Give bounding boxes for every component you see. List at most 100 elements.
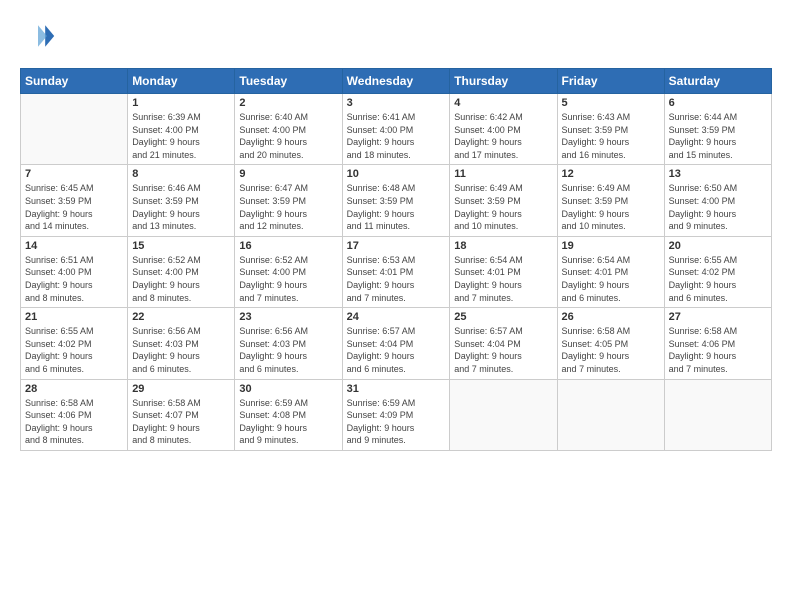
weekday-wednesday: Wednesday [342, 69, 450, 94]
day-number: 18 [454, 240, 552, 252]
day-info: Sunrise: 6:41 AM Sunset: 4:00 PM Dayligh… [347, 111, 446, 161]
day-info: Sunrise: 6:57 AM Sunset: 4:04 PM Dayligh… [347, 325, 446, 375]
day-number: 5 [562, 97, 660, 109]
day-number: 20 [669, 240, 767, 252]
day-info: Sunrise: 6:40 AM Sunset: 4:00 PM Dayligh… [239, 111, 337, 161]
day-number: 29 [132, 383, 230, 395]
day-cell [450, 379, 557, 450]
day-info: Sunrise: 6:59 AM Sunset: 4:08 PM Dayligh… [239, 397, 337, 447]
day-cell: 10 Sunrise: 6:48 AM Sunset: 3:59 PM Dayli… [342, 165, 450, 236]
day-number: 13 [669, 168, 767, 180]
weekday-monday: Monday [128, 69, 235, 94]
day-cell: 18 Sunrise: 6:54 AM Sunset: 4:01 PM Dayli… [450, 236, 557, 307]
day-cell [664, 379, 771, 450]
day-info: Sunrise: 6:42 AM Sunset: 4:00 PM Dayligh… [454, 111, 552, 161]
day-info: Sunrise: 6:46 AM Sunset: 3:59 PM Dayligh… [132, 182, 230, 232]
week-row-1: 7 Sunrise: 6:45 AM Sunset: 3:59 PM Daylig… [21, 165, 772, 236]
day-number: 26 [562, 311, 660, 323]
day-number: 9 [239, 168, 337, 180]
day-cell [21, 94, 128, 165]
day-info: Sunrise: 6:54 AM Sunset: 4:01 PM Dayligh… [562, 254, 660, 304]
header [20, 18, 772, 54]
week-row-3: 21Sunrise: 6:55 AM Sunset: 4:02 PM Dayli… [21, 308, 772, 379]
day-info: Sunrise: 6:57 AM Sunset: 4:04 PM Dayligh… [454, 325, 552, 375]
weekday-header-row: SundayMondayTuesdayWednesdayThursdayFrid… [21, 69, 772, 94]
day-cell: 3 Sunrise: 6:41 AM Sunset: 4:00 PM Daylig… [342, 94, 450, 165]
day-info: Sunrise: 6:52 AM Sunset: 4:00 PM Dayligh… [239, 254, 337, 304]
day-cell [557, 379, 664, 450]
day-info: Sunrise: 6:58 AM Sunset: 4:05 PM Dayligh… [562, 325, 660, 375]
day-cell: 13 Sunrise: 6:50 AM Sunset: 4:00 PM Dayli… [664, 165, 771, 236]
logo [20, 18, 60, 54]
page: SundayMondayTuesdayWednesdayThursdayFrid… [0, 0, 792, 612]
day-cell: 17 Sunrise: 6:53 AM Sunset: 4:01 PM Dayli… [342, 236, 450, 307]
day-cell: 16 Sunrise: 6:52 AM Sunset: 4:00 PM Dayli… [235, 236, 342, 307]
weekday-tuesday: Tuesday [235, 69, 342, 94]
day-info: Sunrise: 6:59 AM Sunset: 4:09 PM Dayligh… [347, 397, 446, 447]
day-cell: 11 Sunrise: 6:49 AM Sunset: 3:59 PM Dayli… [450, 165, 557, 236]
day-cell: 25Sunrise: 6:57 AM Sunset: 4:04 PM Dayli… [450, 308, 557, 379]
day-info: Sunrise: 6:53 AM Sunset: 4:01 PM Dayligh… [347, 254, 446, 304]
day-cell: 30Sunrise: 6:59 AM Sunset: 4:08 PM Dayli… [235, 379, 342, 450]
day-info: Sunrise: 6:52 AM Sunset: 4:00 PM Dayligh… [132, 254, 230, 304]
day-number: 17 [347, 240, 446, 252]
day-info: Sunrise: 6:50 AM Sunset: 4:00 PM Dayligh… [669, 182, 767, 232]
day-number: 16 [239, 240, 337, 252]
day-number: 22 [132, 311, 230, 323]
day-number: 6 [669, 97, 767, 109]
day-number: 15 [132, 240, 230, 252]
day-number: 12 [562, 168, 660, 180]
day-cell: 21Sunrise: 6:55 AM Sunset: 4:02 PM Dayli… [21, 308, 128, 379]
day-info: Sunrise: 6:51 AM Sunset: 4:00 PM Dayligh… [25, 254, 123, 304]
weekday-sunday: Sunday [21, 69, 128, 94]
week-row-4: 28Sunrise: 6:58 AM Sunset: 4:06 PM Dayli… [21, 379, 772, 450]
day-info: Sunrise: 6:56 AM Sunset: 4:03 PM Dayligh… [132, 325, 230, 375]
logo-icon [20, 18, 56, 54]
day-cell: 6 Sunrise: 6:44 AM Sunset: 3:59 PM Daylig… [664, 94, 771, 165]
day-number: 19 [562, 240, 660, 252]
day-number: 24 [347, 311, 446, 323]
day-number: 31 [347, 383, 446, 395]
day-info: Sunrise: 6:58 AM Sunset: 4:06 PM Dayligh… [25, 397, 123, 447]
day-number: 7 [25, 168, 123, 180]
day-cell: 9 Sunrise: 6:47 AM Sunset: 3:59 PM Daylig… [235, 165, 342, 236]
day-cell: 29 Sunrise: 6:58 AM Sunset: 4:07 PM Dayli… [128, 379, 235, 450]
day-cell: 5 Sunrise: 6:43 AM Sunset: 3:59 PM Daylig… [557, 94, 664, 165]
day-number: 3 [347, 97, 446, 109]
day-number: 4 [454, 97, 552, 109]
day-info: Sunrise: 6:48 AM Sunset: 3:59 PM Dayligh… [347, 182, 446, 232]
day-cell: 31 Sunrise: 6:59 AM Sunset: 4:09 PM Dayli… [342, 379, 450, 450]
day-info: Sunrise: 6:49 AM Sunset: 3:59 PM Dayligh… [562, 182, 660, 232]
day-cell: 28Sunrise: 6:58 AM Sunset: 4:06 PM Dayli… [21, 379, 128, 450]
day-info: Sunrise: 6:49 AM Sunset: 3:59 PM Dayligh… [454, 182, 552, 232]
day-number: 10 [347, 168, 446, 180]
weekday-friday: Friday [557, 69, 664, 94]
day-cell: 7 Sunrise: 6:45 AM Sunset: 3:59 PM Daylig… [21, 165, 128, 236]
day-cell: 26 Sunrise: 6:58 AM Sunset: 4:05 PM Dayli… [557, 308, 664, 379]
week-row-2: 14 Sunrise: 6:51 AM Sunset: 4:00 PM Dayli… [21, 236, 772, 307]
day-info: Sunrise: 6:47 AM Sunset: 3:59 PM Dayligh… [239, 182, 337, 232]
day-number: 11 [454, 168, 552, 180]
day-info: Sunrise: 6:45 AM Sunset: 3:59 PM Dayligh… [25, 182, 123, 232]
day-info: Sunrise: 6:58 AM Sunset: 4:06 PM Dayligh… [669, 325, 767, 375]
weekday-saturday: Saturday [664, 69, 771, 94]
day-number: 1 [132, 97, 230, 109]
day-cell: 20 Sunrise: 6:55 AM Sunset: 4:02 PM Dayli… [664, 236, 771, 307]
day-number: 27 [669, 311, 767, 323]
day-cell: 8Sunrise: 6:46 AM Sunset: 3:59 PM Daylig… [128, 165, 235, 236]
day-info: Sunrise: 6:56 AM Sunset: 4:03 PM Dayligh… [239, 325, 337, 375]
day-cell: 22 Sunrise: 6:56 AM Sunset: 4:03 PM Dayli… [128, 308, 235, 379]
day-number: 14 [25, 240, 123, 252]
weekday-thursday: Thursday [450, 69, 557, 94]
day-info: Sunrise: 6:39 AM Sunset: 4:00 PM Dayligh… [132, 111, 230, 161]
day-info: Sunrise: 6:55 AM Sunset: 4:02 PM Dayligh… [669, 254, 767, 304]
week-row-0: 1 Sunrise: 6:39 AM Sunset: 4:00 PM Daylig… [21, 94, 772, 165]
day-cell: 27 Sunrise: 6:58 AM Sunset: 4:06 PM Dayli… [664, 308, 771, 379]
day-cell: 2Sunrise: 6:40 AM Sunset: 4:00 PM Daylig… [235, 94, 342, 165]
day-info: Sunrise: 6:44 AM Sunset: 3:59 PM Dayligh… [669, 111, 767, 161]
calendar-table: SundayMondayTuesdayWednesdayThursdayFrid… [20, 68, 772, 451]
day-info: Sunrise: 6:43 AM Sunset: 3:59 PM Dayligh… [562, 111, 660, 161]
day-info: Sunrise: 6:58 AM Sunset: 4:07 PM Dayligh… [132, 397, 230, 447]
day-cell: 19 Sunrise: 6:54 AM Sunset: 4:01 PM Dayli… [557, 236, 664, 307]
day-info: Sunrise: 6:54 AM Sunset: 4:01 PM Dayligh… [454, 254, 552, 304]
